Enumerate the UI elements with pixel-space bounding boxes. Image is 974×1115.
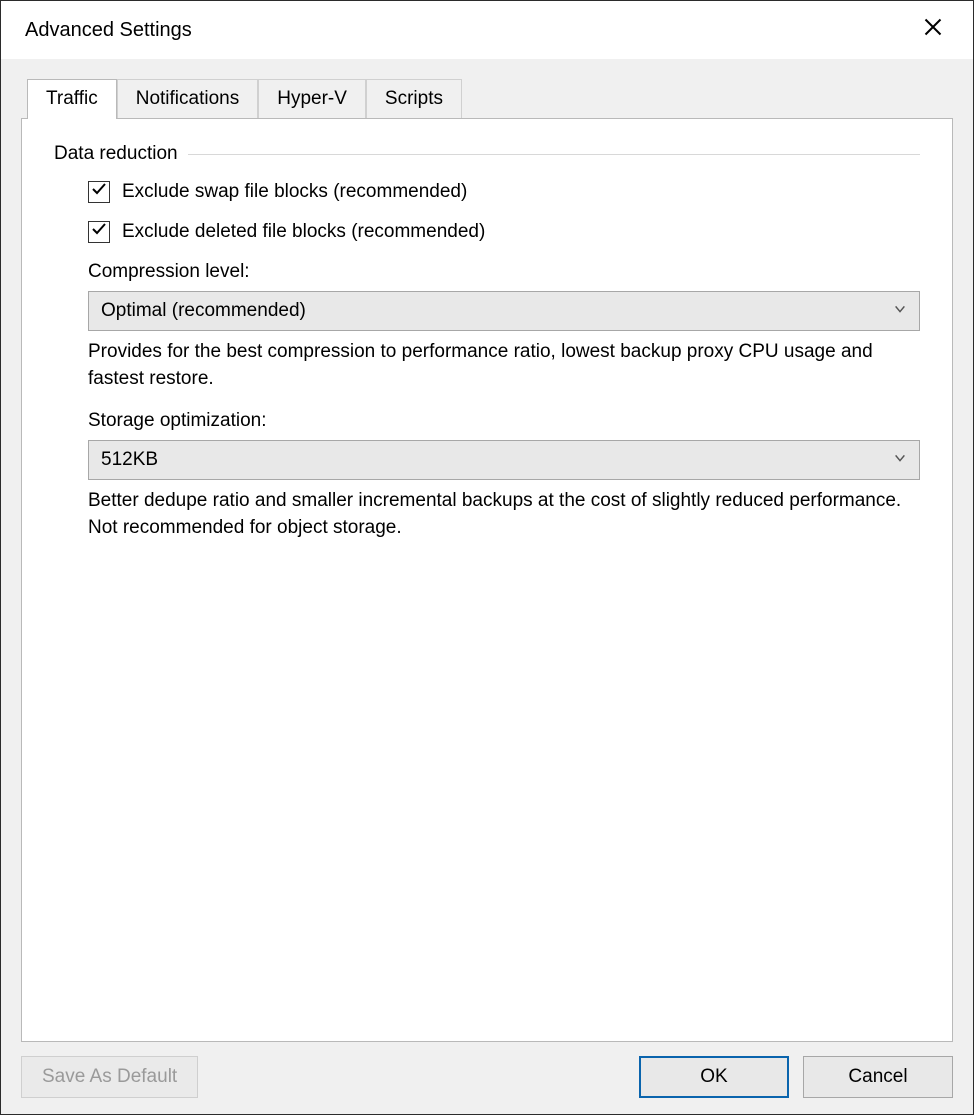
group-header: Data reduction xyxy=(54,143,920,165)
dialog-body: Traffic Notifications Hyper-V Scripts Da… xyxy=(1,59,973,1114)
storage-help: Better dedupe ratio and smaller incremen… xyxy=(88,488,920,541)
tab-scripts[interactable]: Scripts xyxy=(366,79,462,118)
tab-notifications[interactable]: Notifications xyxy=(117,79,259,118)
group-title: Data reduction xyxy=(54,143,178,165)
storage-label: Storage optimization: xyxy=(88,410,920,432)
tab-traffic[interactable]: Traffic xyxy=(27,79,117,119)
exclude-swap-label: Exclude swap file blocks (recommended) xyxy=(122,181,467,203)
exclude-deleted-checkbox[interactable] xyxy=(88,221,110,243)
tabs: Traffic Notifications Hyper-V Scripts xyxy=(27,79,953,118)
exclude-deleted-row: Exclude deleted file blocks (recommended… xyxy=(88,221,920,243)
storage-field: Storage optimization: 512KB Better dedup… xyxy=(88,410,920,541)
compression-dropdown[interactable]: Optimal (recommended) xyxy=(88,291,920,331)
chevron-down-icon xyxy=(893,300,907,322)
check-icon xyxy=(91,221,107,243)
cancel-button[interactable]: Cancel xyxy=(803,1056,953,1098)
exclude-deleted-label: Exclude deleted file blocks (recommended… xyxy=(122,221,485,243)
advanced-settings-dialog: Advanced Settings Traffic Notifications … xyxy=(0,0,974,1115)
compression-help: Provides for the best compression to per… xyxy=(88,339,920,392)
compression-label: Compression level: xyxy=(88,261,920,283)
compression-field: Compression level: Optimal (recommended)… xyxy=(88,261,920,392)
exclude-swap-checkbox[interactable] xyxy=(88,181,110,203)
tab-hyper-v[interactable]: Hyper-V xyxy=(258,79,366,118)
tab-panel-traffic: Data reduction Exclude swap file blocks … xyxy=(21,118,953,1042)
group-divider xyxy=(188,154,920,155)
titlebar: Advanced Settings xyxy=(1,1,973,59)
dialog-footer: Save As Default OK Cancel xyxy=(21,1042,953,1098)
compression-value: Optimal (recommended) xyxy=(101,300,306,322)
ok-button[interactable]: OK xyxy=(639,1056,789,1098)
close-icon xyxy=(923,17,943,43)
storage-dropdown[interactable]: 512KB xyxy=(88,440,920,480)
close-button[interactable] xyxy=(913,10,953,50)
save-as-default-button: Save As Default xyxy=(21,1056,198,1098)
window-title: Advanced Settings xyxy=(25,19,913,42)
chevron-down-icon xyxy=(893,449,907,471)
storage-value: 512KB xyxy=(101,449,158,471)
exclude-swap-row: Exclude swap file blocks (recommended) xyxy=(88,181,920,203)
check-icon xyxy=(91,181,107,203)
